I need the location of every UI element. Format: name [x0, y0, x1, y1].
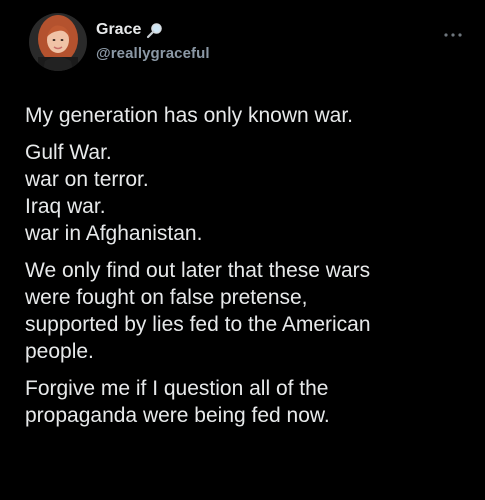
- tweet-paragraph-3: We only find out later that these wars w…: [25, 257, 475, 365]
- tweet-paragraph-2: Gulf War. war on terror. Iraq war. war i…: [25, 139, 475, 247]
- tweet-line: people.: [25, 340, 94, 363]
- tweet-line: propaganda were being fed now.: [25, 404, 330, 427]
- user-handle[interactable]: @reallygraceful: [96, 45, 210, 62]
- tweet-card: Grace @reallygraceful My generation has …: [0, 0, 485, 500]
- more-options-icon[interactable]: [443, 26, 463, 37]
- tweet-paragraph-4: Forgive me if I question all of the prop…: [25, 375, 475, 429]
- tweet-line: were fought on false pretense,: [25, 286, 308, 309]
- magnifying-glass-icon: [146, 22, 163, 39]
- tweet-line: supported by lies fed to the American: [25, 313, 371, 336]
- tweet-line: We only find out later that these wars: [25, 259, 371, 282]
- tweet-line: war in Afghanistan.: [25, 222, 203, 245]
- name-row: Grace: [96, 20, 210, 40]
- tweet-line: Iraq war.: [25, 195, 106, 218]
- tweet-line: Forgive me if I question all of the: [25, 377, 329, 400]
- tweet-header: Grace @reallygraceful: [96, 20, 210, 64]
- display-name[interactable]: Grace: [96, 21, 141, 39]
- tweet-line: war on terror.: [25, 168, 149, 191]
- tweet-line: Gulf War.: [25, 141, 112, 164]
- tweet-paragraph-1: My generation has only known war.: [25, 102, 475, 129]
- avatar[interactable]: [29, 13, 87, 71]
- tweet-text: My generation has only known war. Gulf W…: [25, 102, 475, 439]
- avatar-image: [29, 13, 87, 71]
- tweet-line: My generation has only known war.: [25, 104, 354, 127]
